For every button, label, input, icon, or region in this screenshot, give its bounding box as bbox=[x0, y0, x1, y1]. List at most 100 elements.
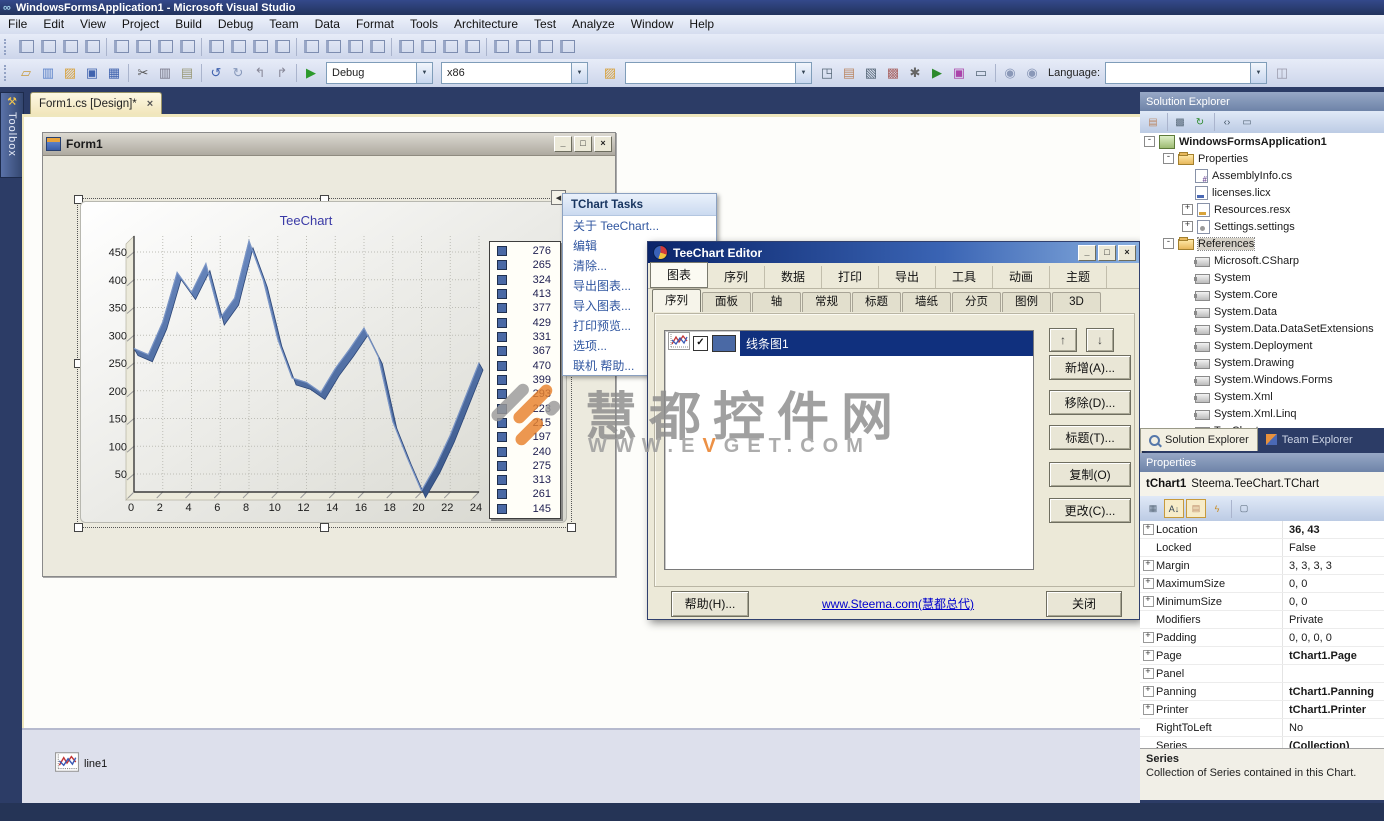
make-same-height-icon[interactable] bbox=[250, 37, 270, 57]
undo-icon[interactable]: ↺ bbox=[206, 63, 226, 83]
tab-solution-explorer[interactable]: Solution Explorer bbox=[1140, 428, 1258, 451]
toolbar-grip[interactable] bbox=[4, 65, 11, 81]
forward-icon[interactable]: ◉ bbox=[1022, 63, 1042, 83]
property-row-location[interactable]: +Location36, 43 bbox=[1140, 521, 1384, 539]
editor-subtab-常规[interactable]: 常规 bbox=[802, 292, 851, 312]
editor-subtab-序列[interactable]: 序列 bbox=[652, 289, 701, 312]
menu-build[interactable]: Build bbox=[167, 15, 210, 34]
make-same-width-icon[interactable] bbox=[177, 37, 197, 57]
expand-icon[interactable]: + bbox=[1182, 204, 1193, 215]
center-vertically-icon[interactable] bbox=[491, 37, 511, 57]
expand-icon[interactable]: + bbox=[1143, 596, 1154, 607]
editor-subtab-标题[interactable]: 标题 bbox=[852, 292, 901, 312]
selection-handle[interactable] bbox=[320, 523, 329, 532]
align-rights-icon[interactable] bbox=[82, 37, 102, 57]
tree-item-windowsformsapplication1[interactable]: -WindowsFormsApplication1 bbox=[1140, 133, 1384, 150]
save-icon[interactable]: ▣ bbox=[82, 63, 102, 83]
properties-icon[interactable]: ▤ bbox=[1186, 499, 1206, 518]
tree-item-system-xml[interactable]: System.Xml bbox=[1140, 388, 1384, 405]
collapse-icon[interactable]: - bbox=[1144, 136, 1155, 147]
tree-item-system[interactable]: System bbox=[1140, 269, 1384, 286]
move-up-button[interactable]: ↑ bbox=[1049, 328, 1077, 352]
editor-tab-主题[interactable]: 主题 bbox=[1050, 266, 1107, 288]
tree-item-system-deployment[interactable]: System.Deployment bbox=[1140, 337, 1384, 354]
expand-icon[interactable]: + bbox=[1143, 524, 1154, 535]
property-row-margin[interactable]: +Margin3, 3, 3, 3 bbox=[1140, 557, 1384, 575]
align-tops-icon[interactable] bbox=[111, 37, 131, 57]
save-all-icon[interactable]: ▦ bbox=[104, 63, 124, 83]
size-to-grid-icon[interactable] bbox=[206, 37, 226, 57]
move-down-button[interactable]: ↓ bbox=[1086, 328, 1114, 352]
menu-project[interactable]: Project bbox=[114, 15, 167, 34]
start-debug-icon[interactable]: ▶ bbox=[301, 63, 321, 83]
solution-explorer-icon[interactable]: ▧ bbox=[861, 63, 881, 83]
categorized-icon[interactable]: ▦ bbox=[1144, 500, 1162, 517]
menu-help[interactable]: Help bbox=[681, 15, 722, 34]
close-button[interactable]: 关闭 bbox=[1046, 591, 1122, 617]
events-icon[interactable]: ϟ bbox=[1208, 500, 1226, 517]
add-new-item-icon[interactable]: ▥ bbox=[38, 63, 58, 83]
expand-icon[interactable]: + bbox=[1143, 632, 1154, 643]
tree-item-properties[interactable]: -Properties bbox=[1140, 150, 1384, 167]
tree-item-settings-settings[interactable]: +Settings.settings bbox=[1140, 218, 1384, 235]
remove-vertical-spacing-icon[interactable] bbox=[440, 37, 460, 57]
property-row-printer[interactable]: +PrintertChart1.Printer bbox=[1140, 701, 1384, 719]
increase-vertical-spacing-icon[interactable] bbox=[396, 37, 416, 57]
editor-tab-工具[interactable]: 工具 bbox=[936, 266, 993, 288]
open-file-icon[interactable]: ▨ bbox=[60, 63, 80, 83]
minimize-icon[interactable]: _ bbox=[1078, 245, 1096, 261]
menu-data[interactable]: Data bbox=[307, 15, 348, 34]
tab-order-icon[interactable] bbox=[557, 37, 577, 57]
maximize-icon[interactable]: □ bbox=[1098, 245, 1116, 261]
find-combo[interactable]: ▼ bbox=[625, 62, 812, 84]
collapse-icon[interactable]: - bbox=[1163, 153, 1174, 164]
remove-horizontal-spacing-icon[interactable] bbox=[345, 37, 365, 57]
extension-manager-icon[interactable]: ▣ bbox=[949, 63, 969, 83]
redo-icon[interactable]: ↻ bbox=[228, 63, 248, 83]
editor-tab-导出[interactable]: 导出 bbox=[879, 266, 936, 288]
solution-platforms-combo[interactable]: x86▼ bbox=[441, 62, 588, 84]
menu-team[interactable]: Team bbox=[261, 15, 306, 34]
property-row-page[interactable]: +PagetChart1.Page bbox=[1140, 647, 1384, 665]
menu-analyze[interactable]: Analyze bbox=[564, 15, 623, 34]
property-row-panel[interactable]: +Panel bbox=[1140, 665, 1384, 683]
selection-handle[interactable] bbox=[74, 523, 83, 532]
alphabetical-icon[interactable]: A↓ bbox=[1164, 499, 1184, 518]
property-row-minimumsize[interactable]: +MinimumSize0, 0 bbox=[1140, 593, 1384, 611]
menu-edit[interactable]: Edit bbox=[35, 15, 72, 34]
paste-icon[interactable]: ▤ bbox=[177, 63, 197, 83]
view-code-icon[interactable]: ‹› bbox=[1218, 114, 1236, 131]
tree-item-system-data-datasetextensions[interactable]: System.Data.DataSetExtensions bbox=[1140, 320, 1384, 337]
tray-item-line1[interactable]: line1 bbox=[55, 752, 107, 775]
tree-item-system-windows-forms[interactable]: System.Windows.Forms bbox=[1140, 371, 1384, 388]
editor-subtab-轴[interactable]: 轴 bbox=[752, 292, 801, 312]
toolbar-grip[interactable] bbox=[4, 39, 11, 55]
copy-icon[interactable]: ▥ bbox=[155, 63, 175, 83]
view-designer-icon[interactable]: ▭ bbox=[1238, 114, 1256, 131]
property-row-locked[interactable]: LockedFalse bbox=[1140, 539, 1384, 557]
menu-test[interactable]: Test bbox=[526, 15, 564, 34]
editor-subtab-图例[interactable]: 图例 bbox=[1002, 292, 1051, 312]
close-icon[interactable]: × bbox=[1118, 245, 1136, 261]
center-horizontally-icon[interactable] bbox=[462, 37, 482, 57]
expand-icon[interactable]: + bbox=[1143, 686, 1154, 697]
send-to-back-icon[interactable] bbox=[535, 37, 555, 57]
tree-item-references[interactable]: -References bbox=[1140, 235, 1384, 252]
decrease-vertical-spacing-icon[interactable] bbox=[418, 37, 438, 57]
bring-to-front-icon[interactable] bbox=[513, 37, 533, 57]
tab-team-explorer[interactable]: Team Explorer bbox=[1258, 428, 1361, 451]
navigate-forward-icon[interactable]: ↱ bbox=[272, 63, 292, 83]
close-icon[interactable]: × bbox=[594, 136, 612, 152]
expand-icon[interactable]: + bbox=[1143, 704, 1154, 715]
find-icon[interactable]: ◫ bbox=[1272, 63, 1292, 83]
new-project-icon[interactable]: ▱ bbox=[16, 63, 36, 83]
editor-subtab-3D[interactable]: 3D bbox=[1052, 292, 1101, 312]
editor-tab-打印[interactable]: 打印 bbox=[822, 266, 879, 288]
pending-changes-icon[interactable]: ▩ bbox=[883, 63, 903, 83]
align-bottoms-icon[interactable] bbox=[155, 37, 175, 57]
property-row-righttoleft[interactable]: RightToLeftNo bbox=[1140, 719, 1384, 737]
close-tab-icon[interactable]: × bbox=[147, 98, 153, 110]
menu-architecture[interactable]: Architecture bbox=[446, 15, 526, 34]
help-button[interactable]: 帮助(H)... bbox=[671, 591, 749, 617]
property-pages-icon[interactable]: ▢ bbox=[1235, 500, 1253, 517]
